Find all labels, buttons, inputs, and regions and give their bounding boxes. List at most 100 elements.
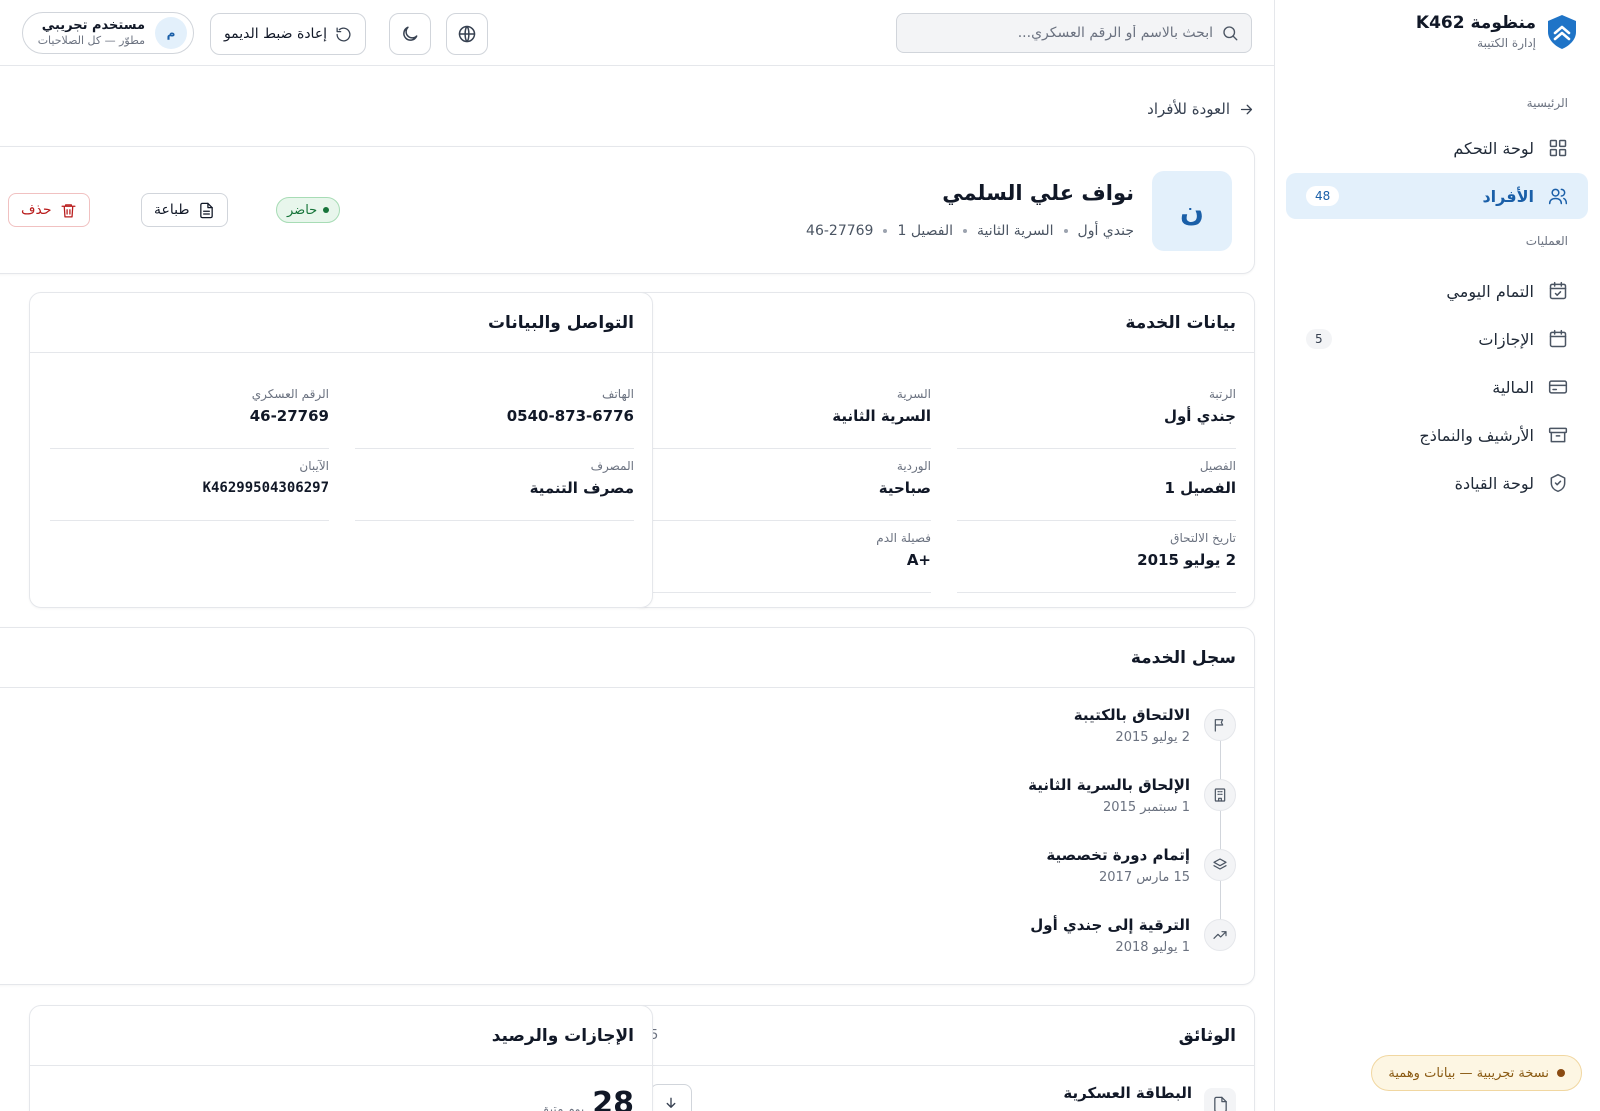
user-menu[interactable]: م مستخدم تجريبي مطوّر — كل الصلاحيات xyxy=(22,12,194,54)
search-icon xyxy=(1221,24,1239,42)
calendar-check-icon xyxy=(1548,281,1568,301)
field-bank: المصرف مصرف التنمية xyxy=(355,449,634,521)
field-platoon: الفصيل الفصيل 1 xyxy=(957,449,1236,521)
leaves-card: الإجازات والرصيد 28 يوم متبقٍ xyxy=(29,1005,653,1111)
field-join-date: تاريخ الالتحاق 2 يوليو 2015 xyxy=(957,521,1236,593)
shield-icon xyxy=(1548,473,1568,493)
building-icon xyxy=(1212,787,1228,803)
service-fields: الرتبة جندي أول السرية السرية الثانية ال… xyxy=(652,377,1236,593)
count-badge: 48 xyxy=(1306,186,1340,206)
sidebar: منظومة K462 إدارة الكتيبة الرئيسية لوحة … xyxy=(1274,0,1600,1111)
card-title: الإجازات والرصيد xyxy=(491,1025,634,1046)
print-button[interactable]: طباعة xyxy=(141,193,228,227)
card-title: التواصل والبيانات xyxy=(487,312,634,333)
delete-button[interactable]: حذف xyxy=(8,193,90,227)
field-phone: الهاتف 0540-873-6776 xyxy=(355,377,634,449)
sidebar-item-dashboard[interactable]: لوحة التحكم xyxy=(1286,125,1588,171)
demo-note: نسخة تجريبية — بيانات وهمية xyxy=(1371,1055,1582,1091)
refresh-icon xyxy=(335,26,352,43)
documents-card: الوثائق 5 البطاقة العسكرية xyxy=(631,1005,1255,1111)
profile-company: السرية الثانية xyxy=(977,223,1054,239)
field-iban: الآيبان K46299504306297 xyxy=(50,449,329,521)
card-title: سجل الخدمة xyxy=(1130,647,1236,668)
brand-subtitle: إدارة الكتيبة xyxy=(1477,36,1536,50)
reset-demo-label: إعادة ضبط الديمو xyxy=(223,26,328,42)
profile-rank: جندي أول xyxy=(1077,223,1134,239)
profile-name: نواف علي السلمي xyxy=(942,181,1134,205)
brand-logo-icon xyxy=(1546,14,1578,50)
field-military-no: الرقم العسكري 46-27769 xyxy=(50,377,329,449)
field-rank: الرتبة جندي أول xyxy=(957,377,1236,449)
print-label: طباعة xyxy=(154,202,190,218)
trending-up-icon xyxy=(1212,927,1228,943)
sidebar-item-label: التمام اليومي xyxy=(1446,281,1534,301)
arrow-right-icon xyxy=(1238,101,1255,118)
status-badge: حاضر xyxy=(276,197,341,223)
sidebar-item-label: الأرشيف والنماذج xyxy=(1419,425,1534,445)
sidebar-item-leaves[interactable]: الإجازات 5 xyxy=(1286,316,1588,362)
contact-data-card: التواصل والبيانات الهاتف 0540-873-6776 ا… xyxy=(29,292,653,608)
sidebar-item-personnel[interactable]: الأفراد 48 xyxy=(1286,173,1588,219)
top-bar: إعادة ضبط الديمو م مستخدم تجريبي مطوّر —… xyxy=(0,0,1274,66)
sidebar-item-label: الأفراد xyxy=(1482,186,1534,206)
user-role: مطوّر — كل الصلاحيات xyxy=(37,34,145,47)
user-name: مستخدم تجريبي xyxy=(41,18,145,33)
demo-note-label: نسخة تجريبية — بيانات وهمية xyxy=(1388,1065,1549,1081)
file-text-icon xyxy=(198,202,215,219)
sidebar-item-finance[interactable]: المالية xyxy=(1286,364,1588,410)
service-record-card: سجل الخدمة الالتحاق بالكتيبة 2 يوليو 201… xyxy=(0,627,1255,985)
profile-platoon: الفصيل 1 xyxy=(897,223,954,239)
status-dot-icon xyxy=(323,207,330,213)
service-data-card: بيانات الخدمة الرتبة جندي أول السرية الس… xyxy=(631,292,1255,608)
back-link-label: العودة للأفراد xyxy=(1147,100,1230,118)
card-title: بيانات الخدمة xyxy=(1125,312,1236,333)
status-label: حاضر xyxy=(287,202,318,218)
field-blood-type: فصيلة الدم A+ xyxy=(652,521,931,593)
avatar: ن xyxy=(1152,171,1232,251)
back-link[interactable]: العودة للأفراد xyxy=(1147,100,1255,118)
sidebar-item-archive[interactable]: الأرشيف والنماذج xyxy=(1286,412,1588,458)
archive-icon xyxy=(1548,425,1568,445)
credit-card-icon xyxy=(1548,377,1568,397)
contact-fields: الهاتف 0540-873-6776 الرقم العسكري 46-27… xyxy=(50,377,634,521)
layers-icon xyxy=(1212,857,1228,873)
sidebar-item-daily-roll[interactable]: التمام اليومي xyxy=(1286,268,1588,314)
brand-title: منظومة K462 xyxy=(1415,13,1536,33)
theme-toggle-button[interactable] xyxy=(389,13,431,55)
brand: منظومة K462 إدارة الكتيبة xyxy=(1416,12,1578,52)
timeline: الالتحاق بالكتيبة 2 يوليو 2015 الإلحاق ب… xyxy=(836,704,1236,984)
dot-icon xyxy=(1557,1069,1565,1077)
download-button[interactable] xyxy=(650,1084,692,1111)
sidebar-item-label: المالية xyxy=(1492,377,1534,397)
document-item[interactable]: البطاقة العسكرية xyxy=(1063,1084,1236,1111)
sidebar-item-label: لوحة التحكم xyxy=(1453,138,1534,158)
moon-icon xyxy=(400,24,420,44)
profile-card: ن نواف علي السلمي جندي أول السرية الثاني… xyxy=(0,146,1255,274)
timeline-item: الالتحاق بالكتيبة 2 يوليو 2015 xyxy=(836,704,1236,774)
leave-balance-unit: يوم متبقٍ xyxy=(539,1102,585,1111)
users-icon xyxy=(1548,186,1568,206)
avatar: م xyxy=(155,17,187,49)
dashboard-icon xyxy=(1548,138,1568,158)
sidebar-item-command[interactable]: لوحة القيادة xyxy=(1286,460,1588,506)
count-badge: 5 xyxy=(1306,329,1332,349)
flag-icon xyxy=(1212,717,1228,733)
globe-icon xyxy=(457,24,477,44)
profile-military-no: 46-27769 xyxy=(806,223,874,239)
card-title: الوثائق xyxy=(1178,1025,1236,1046)
sidebar-item-label: الإجازات xyxy=(1478,329,1534,349)
search-box[interactable] xyxy=(896,13,1252,53)
language-button[interactable] xyxy=(446,13,488,55)
search-input[interactable] xyxy=(909,25,1213,41)
file-icon xyxy=(1212,1096,1229,1111)
field-company: السرية السرية الثانية xyxy=(652,377,931,449)
field-shift: الوردية صباحية xyxy=(652,449,931,521)
timeline-item: الإلحاق بالسرية الثانية 1 سبتمبر 2015 xyxy=(836,774,1236,844)
download-icon xyxy=(662,1096,680,1111)
timeline-item: إتمام دورة تخصصية 15 مارس 2017 xyxy=(836,844,1236,914)
nav-section-operations: العمليات xyxy=(1525,234,1568,248)
leave-balance: 28 يوم متبقٍ xyxy=(540,1086,634,1111)
document-name: البطاقة العسكرية xyxy=(1063,1084,1192,1102)
reset-demo-button[interactable]: إعادة ضبط الديمو xyxy=(210,13,366,55)
calendar-icon xyxy=(1548,329,1568,349)
